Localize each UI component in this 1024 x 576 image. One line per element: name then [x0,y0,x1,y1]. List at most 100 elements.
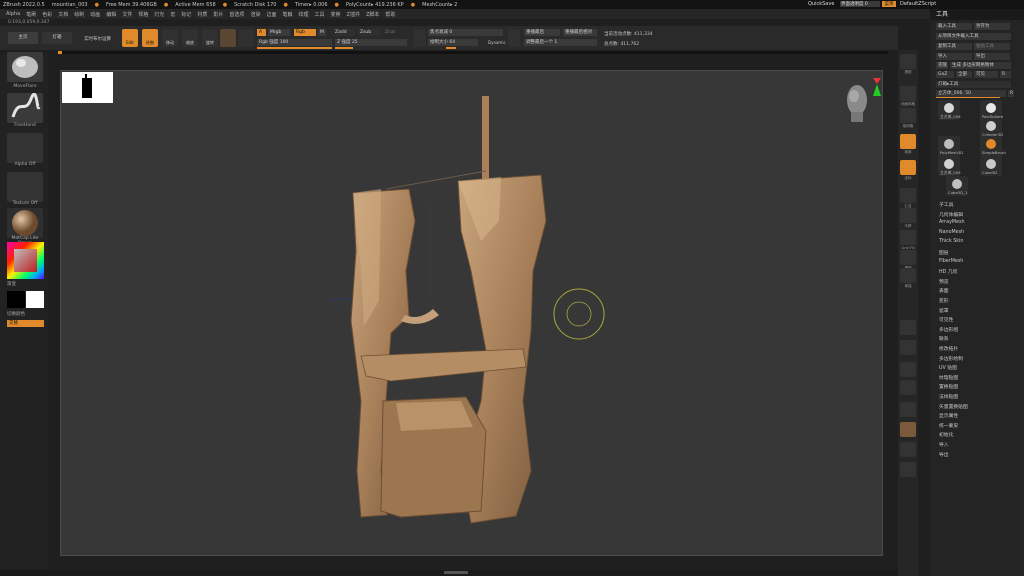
make-polymesh-button[interactable]: 生成 多边形网格物体 [950,62,1011,69]
menu-item[interactable]: 规格 [138,11,148,18]
sphere-preview-icon[interactable] [238,29,254,47]
copy-tool-button[interactable]: 复制工具 [936,43,972,50]
menu-item[interactable]: 标记 [181,11,191,18]
shelf-button[interactable] [900,134,916,149]
shelf-button[interactable] [900,160,916,175]
lightbox-tools-button[interactable]: 灯箱▸工具 [936,81,1011,88]
shelf-button[interactable] [900,188,916,203]
subpalette-item[interactable]: 显示属性 [939,412,958,419]
menu-item[interactable]: 影片 [213,11,223,18]
subpalette-item[interactable]: 几何体编辑 [939,211,963,218]
color-picker[interactable] [7,242,44,279]
rgb-intensity-slider[interactable]: Rgb 强度 100 [257,39,332,46]
menu-item[interactable]: 边面 [266,11,276,18]
ui-transparency-slider[interactable]: 界面透明度 0 [840,1,880,7]
default-script[interactable]: DefaultZScript [900,1,936,7]
paste-tool-button[interactable]: 粘贴工具 [974,43,1010,50]
menu-item[interactable]: 色彩 [42,11,52,18]
subpalette-item[interactable]: 修改拓扑 [939,345,958,352]
main-color-swatch[interactable] [7,291,25,308]
shelf-button[interactable] [900,250,916,265]
menu-item[interactable]: 笔触 [282,11,292,18]
shelf-button[interactable] [900,442,916,457]
viewport-canvas[interactable] [60,70,883,556]
r-button[interactable]: R [1000,71,1011,78]
orientation-head-icon[interactable] [837,74,881,124]
focal-icon[interactable] [414,29,426,47]
shelf-button[interactable] [900,230,916,245]
subpalette-item[interactable]: 导出 [939,451,949,458]
menu-item[interactable]: 渲染 [250,11,260,18]
rgb-button[interactable]: Rgb [294,29,316,36]
replay-icon[interactable] [508,29,520,47]
shelf-button[interactable] [900,362,916,377]
lightbox-button[interactable]: 灯箱 [42,32,72,44]
replay-last-button[interactable]: 重播最后 [524,29,560,36]
subpalette-item[interactable]: 联系 [939,335,949,342]
zadd-button[interactable]: Zadd [333,29,355,36]
shelf-button[interactable] [900,340,916,355]
menu-item[interactable]: 绘制 [74,11,84,18]
alternate-button[interactable]: 交替 [7,320,44,327]
alpha-thumbnail[interactable] [7,133,43,163]
menu-item[interactable]: Alpha [6,11,20,17]
subpalette-item[interactable]: 统一蒙皮 [939,422,958,429]
secondary-color-swatch[interactable] [26,291,44,308]
load-tool-button[interactable]: 载入工具 [936,23,972,30]
menu-item[interactable]: 宏 [170,11,175,18]
menu-item[interactable]: Z插件 [347,11,360,18]
rotate-button[interactable]: 旋转 [202,29,218,47]
menu-item[interactable]: 帮助 [385,11,395,18]
menu-item[interactable]: Z脚本 [366,11,379,18]
focal-shift-slider[interactable]: 焦点衰减 0 [428,29,503,36]
goz-button[interactable]: GoZ [936,71,954,78]
switch-color-button[interactable]: 切换颜色 [7,311,43,317]
shelf-button[interactable] [900,380,916,395]
zcut-button[interactable]: Zcut [383,29,405,36]
live-boolean-button[interactable]: 实时布尔运算 [84,36,111,42]
subpalette-item[interactable]: 变形 [939,297,949,304]
subpalette-item[interactable]: 子工具 [939,201,953,208]
move-button[interactable]: 移动 [162,29,178,47]
subpalette-item[interactable]: 可见性 [939,316,953,323]
import-button[interactable]: 导入 [936,53,972,60]
subpalette-item[interactable]: 法线贴图 [939,393,958,400]
menu-item[interactable]: 文件 [122,11,132,18]
zsub-button[interactable]: Zsub [358,29,380,36]
subpalette-item[interactable]: 预览 [939,278,949,285]
brush2-thumbnail[interactable] [7,92,43,123]
menu-item[interactable]: 灯光 [154,11,164,18]
shelf-button[interactable] [900,268,916,283]
subpalette-item[interactable]: HD 几何 [939,268,957,275]
shelf-button[interactable] [900,320,916,335]
adjust-last-slider[interactable]: 调整最后一个 1 [524,39,597,46]
subpalette-item[interactable]: Thick Skin [939,239,963,244]
subpalette-item[interactable]: 纹理贴图 [939,374,958,381]
save-as-button[interactable]: 另存为 [974,23,1010,30]
draw-size-slider[interactable]: 绘制大小 64 [428,39,478,46]
subpalette-item[interactable]: 置换贴图 [939,383,958,390]
edit-button[interactable]: Edit [122,29,138,47]
current-tool-slider[interactable]: 立方体_006. 50 [936,90,1006,97]
subpalette-item[interactable]: 表面 [939,287,949,294]
subpalette-item[interactable]: UV 贴图 [939,364,957,371]
subpalette-item[interactable]: FiberMesh [939,259,963,264]
brush1-thumbnail[interactable] [7,52,43,82]
quicksave-button[interactable]: QuickSave [808,1,834,7]
subpalette-item[interactable]: 初始化 [939,431,953,438]
menu-item[interactable]: 动画 [90,11,100,18]
z-intensity-slider[interactable]: Z 强度 25 [335,39,407,46]
material-preview-icon[interactable] [220,29,236,47]
scale-button[interactable]: 缩放 [182,29,198,47]
all-button[interactable]: 全部 [956,71,972,78]
a-button[interactable]: A [257,29,266,36]
r-toggle[interactable]: R [1008,90,1014,97]
shelf-button[interactable] [900,108,916,123]
shelf-button[interactable] [900,462,916,477]
menu-item[interactable]: 材质 [197,11,207,18]
menu-button[interactable]: 菜单 [882,1,896,7]
material-thumbnail[interactable] [7,208,43,238]
shelf-button[interactable] [900,86,916,101]
subpalette-item[interactable]: 导入 [939,441,949,448]
navigation-thumbnail[interactable] [62,72,113,103]
